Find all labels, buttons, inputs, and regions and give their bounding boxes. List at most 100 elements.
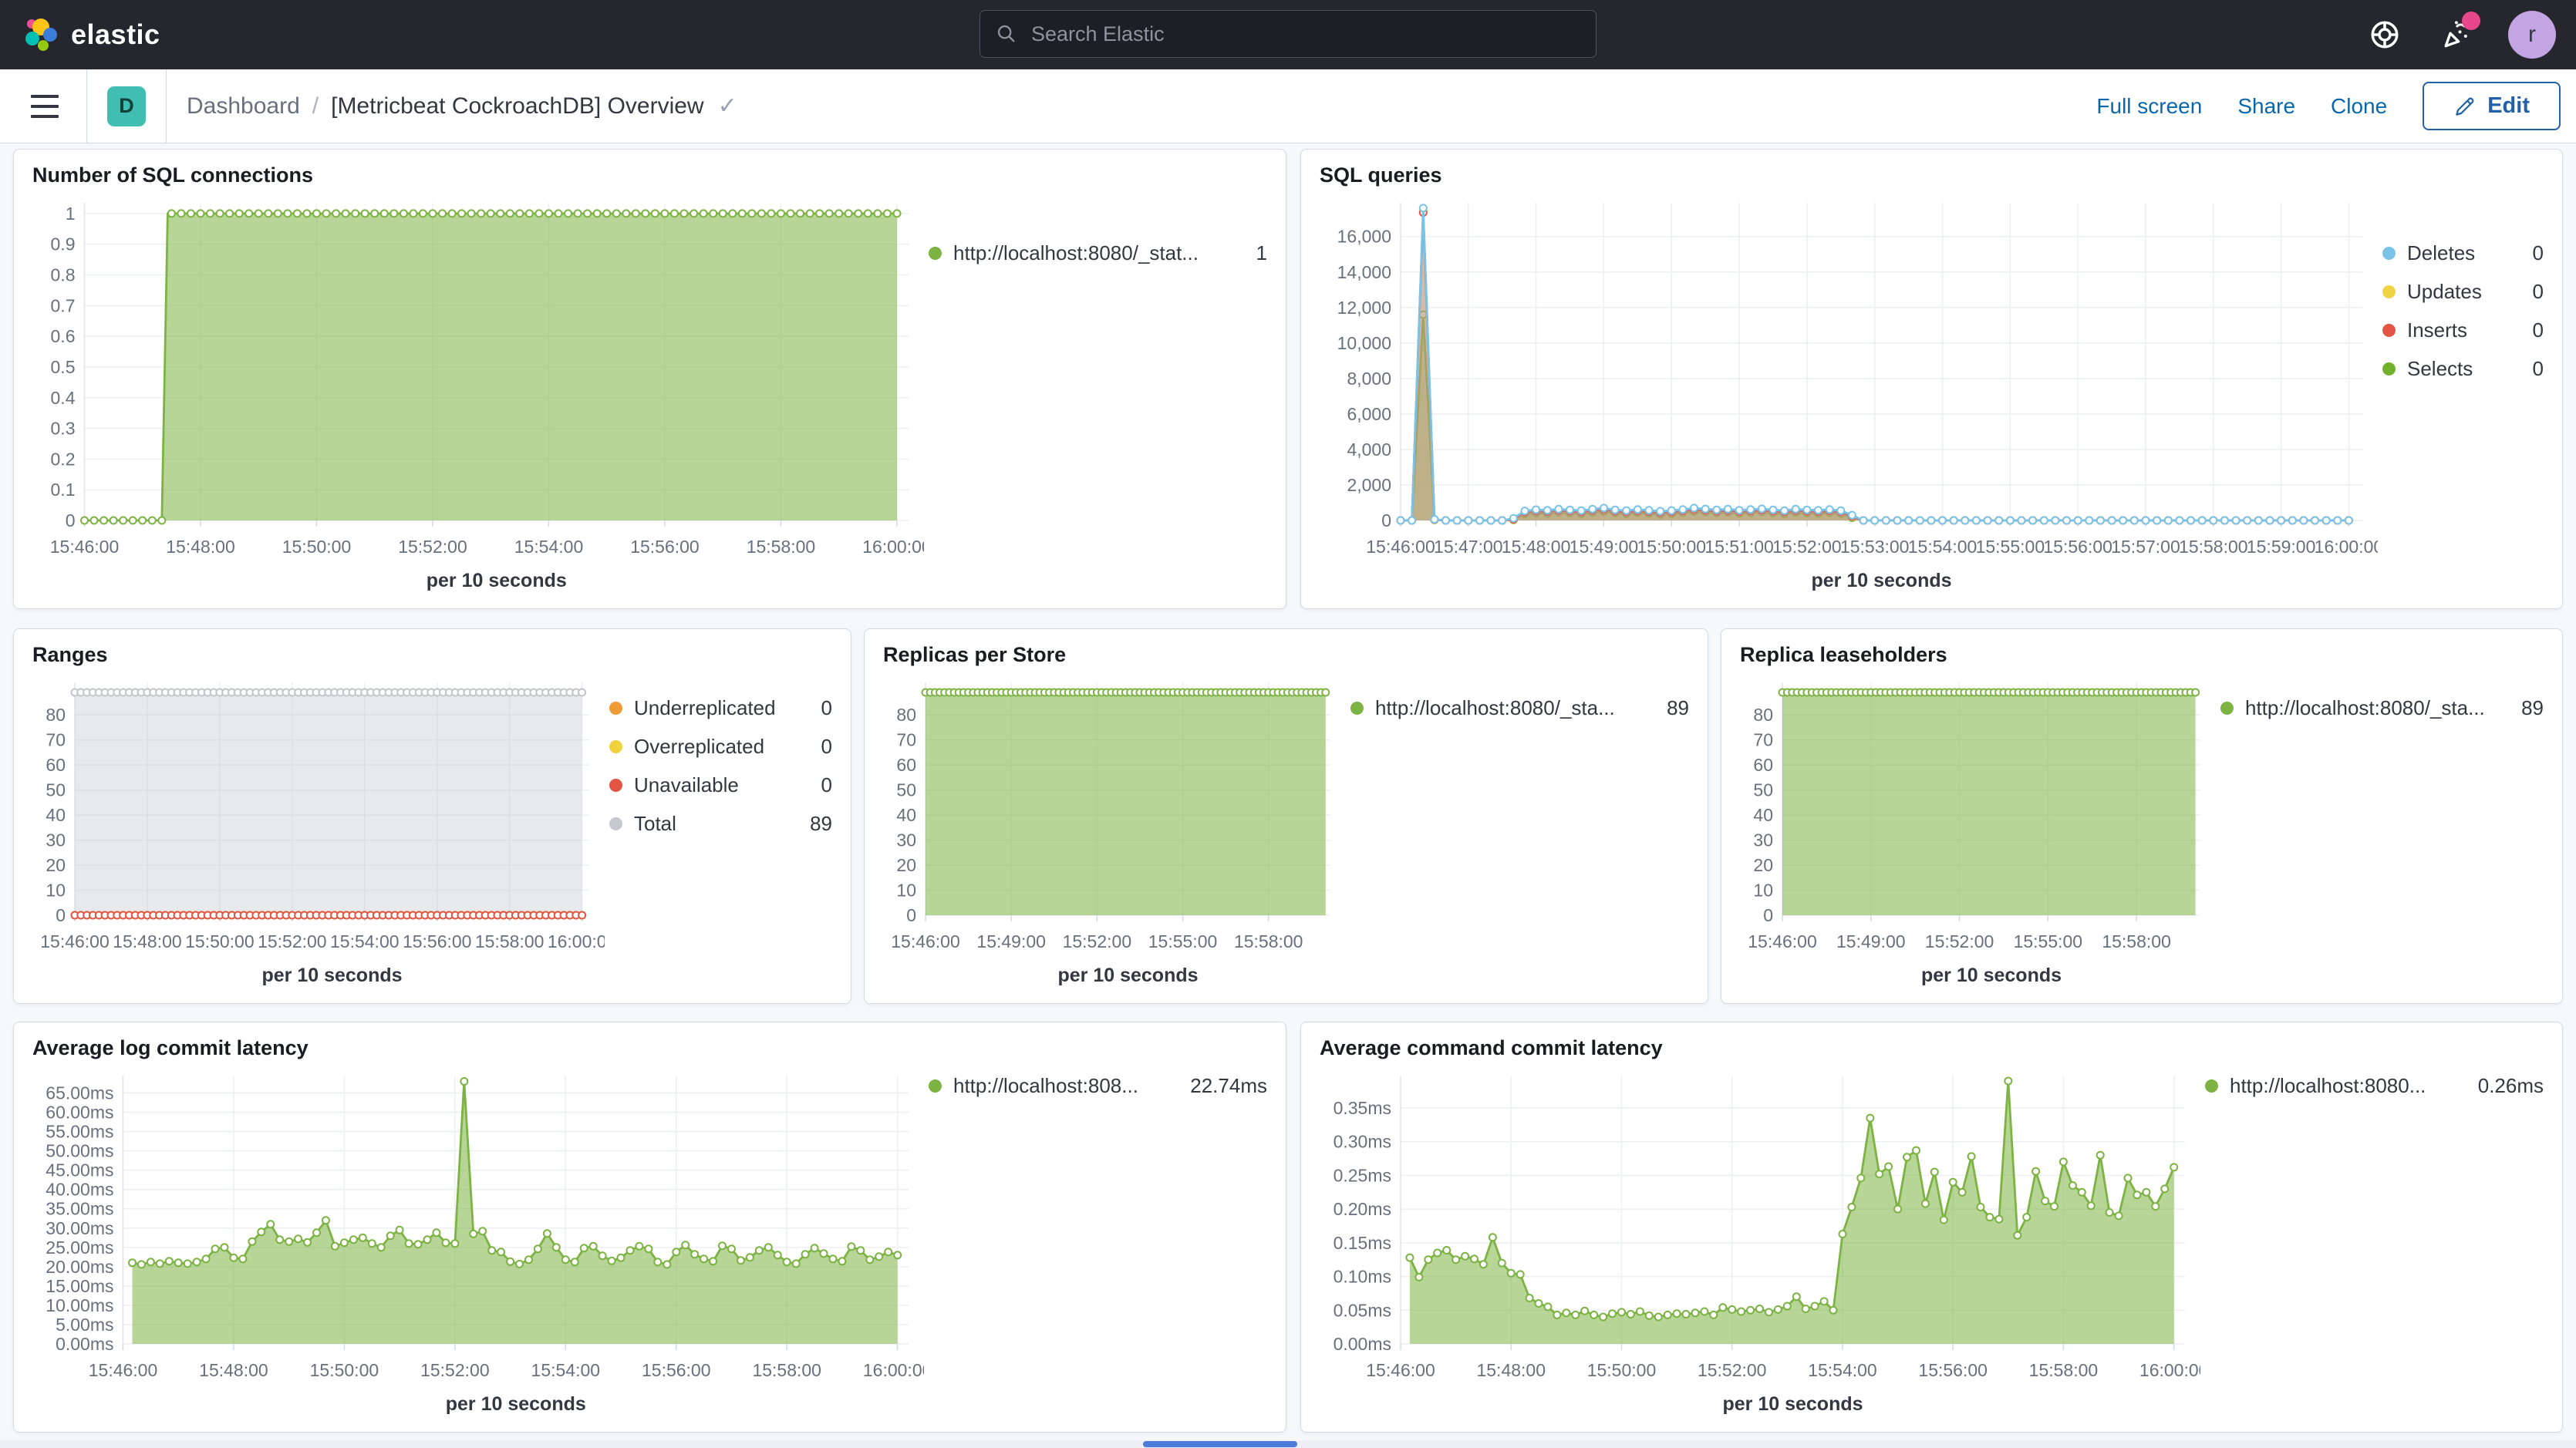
svg-text:30: 30 bbox=[1753, 830, 1773, 850]
command-commit-latency-chart: 0.00ms0.05ms0.10ms0.15ms0.20ms0.25ms0.30… bbox=[1320, 1063, 2200, 1418]
legend-value: 0 bbox=[2533, 357, 2544, 381]
svg-text:15:52:00: 15:52:00 bbox=[258, 931, 327, 951]
svg-text:15:59:00: 15:59:00 bbox=[2247, 537, 2316, 557]
svg-text:15:46:00: 15:46:00 bbox=[1366, 1360, 1435, 1380]
svg-text:15:58:00: 15:58:00 bbox=[747, 537, 816, 557]
legend-item[interactable]: Total 89 bbox=[609, 812, 832, 836]
toolbar-actions: Full screen Share Clone Edit bbox=[2096, 82, 2561, 130]
chart-legend: http://localhost:8080/_stat... 1 bbox=[924, 190, 1267, 594]
svg-text:20: 20 bbox=[46, 855, 66, 875]
series-color-dot bbox=[2382, 324, 2396, 337]
panel-ranges: Ranges 0102030405060708015:46:0015:48:00… bbox=[13, 628, 851, 1004]
series-color-dot bbox=[929, 1079, 942, 1093]
breadcrumb: Dashboard / [Metricbeat CockroachDB] Ove… bbox=[187, 93, 737, 120]
share-button[interactable]: Share bbox=[2237, 94, 2295, 119]
legend-item[interactable]: Overreplicated 0 bbox=[609, 735, 832, 759]
legend-label: Selects bbox=[2407, 357, 2473, 381]
legend-label: Deletes bbox=[2407, 241, 2475, 265]
panel-title: Replica leaseholders bbox=[1740, 643, 2544, 667]
svg-text:15:54:00: 15:54:00 bbox=[1808, 1360, 1877, 1380]
svg-text:15:53:00: 15:53:00 bbox=[1840, 537, 1910, 557]
svg-text:2,000: 2,000 bbox=[1347, 475, 1391, 495]
svg-text:15:58:00: 15:58:00 bbox=[2102, 931, 2171, 951]
legend-item[interactable]: Selects 0 bbox=[2382, 357, 2544, 381]
breadcrumb-dashboard-link[interactable]: Dashboard bbox=[187, 93, 300, 120]
svg-text:15:50:00: 15:50:00 bbox=[1637, 537, 1707, 557]
horizontal-scrollbar-thumb[interactable] bbox=[1143, 1441, 1297, 1447]
panel-title: Replicas per Store bbox=[883, 643, 1689, 667]
divider bbox=[86, 69, 87, 143]
brand-name: elastic bbox=[71, 19, 160, 51]
legend-label: http://localhost:8080/_sta... bbox=[2245, 696, 2485, 720]
elastic-brand[interactable]: elastic bbox=[23, 17, 160, 52]
notification-badge bbox=[2462, 12, 2480, 30]
svg-text:16:00:00: 16:00:00 bbox=[862, 537, 924, 557]
legend-item[interactable]: Inserts 0 bbox=[2382, 318, 2544, 342]
legend-item[interactable]: http://localhost:8080/_stat... 1 bbox=[929, 241, 1267, 265]
legend-item[interactable]: http://localhost:8080/_sta... 89 bbox=[2220, 696, 2544, 720]
svg-text:15:58:00: 15:58:00 bbox=[752, 1360, 821, 1380]
svg-text:50.00ms: 50.00ms bbox=[46, 1141, 113, 1161]
legend-item[interactable]: Updates 0 bbox=[2382, 280, 2544, 304]
svg-text:15:46:00: 15:46:00 bbox=[50, 537, 120, 557]
legend-item[interactable]: http://localhost:8080... 0.26ms bbox=[2205, 1074, 2544, 1098]
svg-text:15:48:00: 15:48:00 bbox=[1476, 1360, 1546, 1380]
svg-text:15:48:00: 15:48:00 bbox=[113, 931, 182, 951]
series-color-dot bbox=[609, 740, 622, 753]
svg-text:0: 0 bbox=[1763, 905, 1773, 925]
svg-text:per 10 seconds: per 10 seconds bbox=[261, 965, 402, 986]
help-button[interactable] bbox=[2366, 16, 2403, 53]
svg-text:15:58:00: 15:58:00 bbox=[1234, 931, 1303, 951]
space-avatar[interactable]: D bbox=[107, 86, 146, 126]
legend-item[interactable]: http://localhost:808... 22.74ms bbox=[929, 1074, 1267, 1098]
global-search[interactable] bbox=[979, 10, 1597, 58]
user-avatar[interactable]: r bbox=[2508, 11, 2556, 59]
legend-value: 0 bbox=[821, 773, 832, 797]
hamburger-menu-icon[interactable] bbox=[26, 90, 63, 123]
series-color-dot bbox=[929, 247, 942, 260]
svg-text:per 10 seconds: per 10 seconds bbox=[1921, 965, 2062, 986]
svg-text:20.00ms: 20.00ms bbox=[46, 1257, 113, 1277]
pencil-icon bbox=[2453, 95, 2477, 118]
svg-text:1: 1 bbox=[66, 204, 76, 224]
svg-text:15:52:00: 15:52:00 bbox=[1063, 931, 1132, 951]
top-header: elastic bbox=[0, 0, 2576, 69]
legend-value: 89 bbox=[2521, 696, 2544, 720]
svg-text:16:00:00: 16:00:00 bbox=[548, 931, 605, 951]
svg-text:15:56:00: 15:56:00 bbox=[403, 931, 472, 951]
series-color-dot bbox=[1350, 702, 1364, 715]
svg-text:0.30ms: 0.30ms bbox=[1334, 1132, 1391, 1152]
svg-text:15:54:00: 15:54:00 bbox=[514, 537, 584, 557]
search-input[interactable] bbox=[1030, 22, 1580, 47]
svg-text:15:46:00: 15:46:00 bbox=[1748, 931, 1817, 951]
svg-text:per 10 seconds: per 10 seconds bbox=[1722, 1393, 1863, 1415]
svg-text:80: 80 bbox=[896, 705, 916, 725]
edit-button[interactable]: Edit bbox=[2423, 82, 2561, 130]
log-commit-latency-chart: 0.00ms5.00ms10.00ms15.00ms20.00ms25.00ms… bbox=[32, 1063, 924, 1418]
legend-item[interactable]: http://localhost:8080/_sta... 89 bbox=[1350, 696, 1689, 720]
svg-text:15:52:00: 15:52:00 bbox=[1772, 537, 1842, 557]
legend-label: http://localhost:8080/_stat... bbox=[953, 241, 1199, 265]
legend-value: 0 bbox=[821, 696, 832, 720]
legend-value: 1 bbox=[1256, 241, 1267, 265]
svg-text:45.00ms: 45.00ms bbox=[46, 1160, 113, 1180]
clone-button[interactable]: Clone bbox=[2331, 94, 2387, 119]
svg-text:15:49:00: 15:49:00 bbox=[1836, 931, 1906, 951]
svg-text:15:54:00: 15:54:00 bbox=[531, 1360, 601, 1380]
svg-text:16,000: 16,000 bbox=[1337, 227, 1391, 247]
newsfeed-button[interactable] bbox=[2437, 16, 2474, 53]
legend-value: 89 bbox=[810, 812, 832, 836]
legend-label: http://localhost:8080/_sta... bbox=[1375, 696, 1615, 720]
sql-connections-chart: 00.10.20.30.40.50.60.70.80.9115:46:0015:… bbox=[32, 190, 924, 594]
series-color-dot bbox=[2382, 247, 2396, 260]
full-screen-button[interactable]: Full screen bbox=[2096, 94, 2202, 119]
svg-text:15:52:00: 15:52:00 bbox=[420, 1360, 490, 1380]
chart-legend: http://localhost:808... 22.74ms bbox=[924, 1063, 1267, 1418]
svg-text:15:47:00: 15:47:00 bbox=[1434, 537, 1503, 557]
legend-item[interactable]: Underreplicated 0 bbox=[609, 696, 832, 720]
legend-item[interactable]: Deletes 0 bbox=[2382, 241, 2544, 265]
legend-item[interactable]: Unavailable 0 bbox=[609, 773, 832, 797]
legend-label: http://localhost:8080... bbox=[2230, 1074, 2426, 1098]
panel-replicas-per-store: Replicas per Store 0102030405060708015:4… bbox=[864, 628, 1708, 1004]
svg-text:15:51:00: 15:51:00 bbox=[1704, 537, 1774, 557]
